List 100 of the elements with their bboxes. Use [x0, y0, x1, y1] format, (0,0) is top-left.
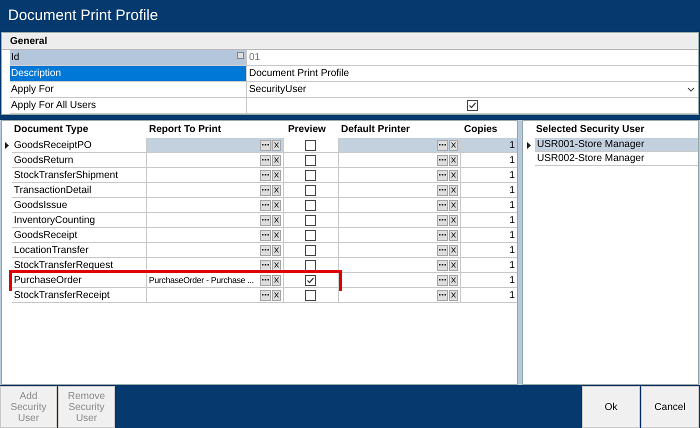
- clear-button[interactable]: [272, 154, 281, 166]
- checkbox[interactable]: [305, 260, 316, 270]
- field-label: Apply For: [10, 82, 247, 97]
- browse-button[interactable]: [436, 154, 448, 166]
- browse-button[interactable]: [260, 214, 271, 226]
- table-cell: LocationTransfer: [12, 243, 147, 258]
- clear-button[interactable]: [448, 214, 458, 226]
- checkbox[interactable]: [305, 290, 316, 300]
- table-cell: GoodsReceipt: [12, 228, 147, 243]
- close-icon: [450, 142, 456, 148]
- checkbox[interactable]: [305, 214, 316, 226]
- close-icon: [274, 232, 279, 238]
- list-item[interactable]: USR002-Store Manager: [535, 152, 698, 166]
- table-cell: 1: [460, 228, 517, 243]
- table-cell: GoodsReceiptPO: [12, 138, 147, 153]
- table-cell: TransactionDetail: [12, 183, 147, 198]
- close-icon: [274, 292, 279, 298]
- dropdown[interactable]: SecurityUser: [249, 82, 698, 97]
- table-cell: 1: [460, 153, 517, 168]
- clear-button[interactable]: [448, 170, 458, 180]
- checkbox[interactable]: [305, 154, 316, 166]
- button[interactable]: Cancel: [641, 386, 699, 428]
- table-cell: 1: [460, 258, 517, 273]
- close-icon: [274, 202, 279, 208]
- input-field[interactable]: Document Print Profile: [249, 66, 350, 81]
- browse-button[interactable]: [436, 260, 448, 270]
- browse-button[interactable]: [436, 184, 448, 196]
- checkbox[interactable]: [305, 274, 316, 286]
- browse-button[interactable]: [260, 260, 271, 270]
- clear-button[interactable]: [448, 244, 458, 256]
- checkbox[interactable]: [305, 184, 316, 196]
- clear-button[interactable]: [272, 260, 281, 270]
- browse-button[interactable]: [260, 184, 271, 196]
- clear-button[interactable]: [448, 230, 458, 240]
- table-cell: 1: [460, 198, 517, 213]
- clear-button[interactable]: [448, 154, 458, 166]
- browse-button[interactable]: [436, 170, 448, 180]
- checkbox[interactable]: [467, 100, 478, 111]
- checkbox[interactable]: [305, 244, 316, 256]
- close-icon: [450, 292, 456, 298]
- clear-button[interactable]: [272, 230, 281, 240]
- browse-button[interactable]: [436, 290, 448, 300]
- clear-button[interactable]: [272, 184, 281, 196]
- column-header: Report To Print: [148, 123, 222, 137]
- section-title: General: [10, 34, 48, 48]
- clear-button[interactable]: [272, 214, 281, 226]
- browse-button[interactable]: [436, 200, 448, 210]
- table-cell: StockTransferShipment: [12, 168, 147, 183]
- checkbox[interactable]: [305, 170, 316, 180]
- table-cell: 1: [460, 288, 517, 303]
- browse-button[interactable]: [260, 140, 271, 150]
- browse-button[interactable]: [260, 274, 271, 286]
- clear-button[interactable]: [272, 200, 281, 210]
- list-item[interactable]: USR001-Store Manager: [535, 138, 698, 152]
- table-cell: 1: [460, 273, 517, 288]
- clear-button[interactable]: [272, 140, 281, 150]
- clear-button[interactable]: [272, 244, 281, 256]
- close-icon: [450, 217, 456, 223]
- column-header: Document Type: [13, 123, 90, 137]
- checkbox[interactable]: [305, 200, 316, 210]
- clear-button[interactable]: [448, 140, 458, 150]
- browse-button[interactable]: [260, 290, 271, 300]
- browse-button[interactable]: [260, 154, 271, 166]
- lock-icon: [237, 52, 244, 59]
- button[interactable]: Ok: [582, 386, 640, 428]
- clear-button[interactable]: [448, 290, 458, 300]
- clear-button[interactable]: [272, 274, 281, 286]
- close-icon: [274, 277, 279, 283]
- clear-button[interactable]: [448, 184, 458, 196]
- browse-button[interactable]: [436, 230, 448, 240]
- browse-button[interactable]: [260, 170, 271, 180]
- table-cell: 1: [460, 138, 517, 153]
- clear-button[interactable]: [448, 260, 458, 270]
- table-cell: StockTransferReceipt: [12, 288, 147, 303]
- close-icon: [274, 217, 279, 223]
- field-label: Id: [10, 50, 247, 65]
- clear-button[interactable]: [272, 170, 281, 180]
- checkbox[interactable]: [305, 140, 316, 150]
- browse-button[interactable]: [260, 244, 271, 256]
- browse-button[interactable]: [436, 140, 448, 150]
- browse-button[interactable]: [436, 214, 448, 226]
- row-indicator-icon: [4, 142, 9, 149]
- table-cell: PurchaseOrder - Purchase ...: [148, 274, 254, 286]
- close-icon: [450, 247, 456, 253]
- column-header: Selected Security User: [536, 123, 644, 137]
- browse-button[interactable]: [436, 244, 448, 256]
- close-icon: [450, 157, 456, 163]
- clear-button[interactable]: [272, 290, 281, 300]
- checkbox[interactable]: [305, 230, 316, 240]
- clear-button[interactable]: [448, 200, 458, 210]
- table-cell: PurchaseOrder: [12, 273, 147, 288]
- field-label: Description: [10, 66, 247, 81]
- close-icon: [450, 277, 456, 283]
- chevron-down-icon[interactable]: [687, 87, 695, 92]
- close-icon: [450, 202, 456, 208]
- browse-button[interactable]: [260, 200, 271, 210]
- clear-button[interactable]: [448, 274, 458, 286]
- close-icon: [450, 172, 456, 178]
- browse-button[interactable]: [260, 230, 271, 240]
- browse-button[interactable]: [436, 274, 448, 286]
